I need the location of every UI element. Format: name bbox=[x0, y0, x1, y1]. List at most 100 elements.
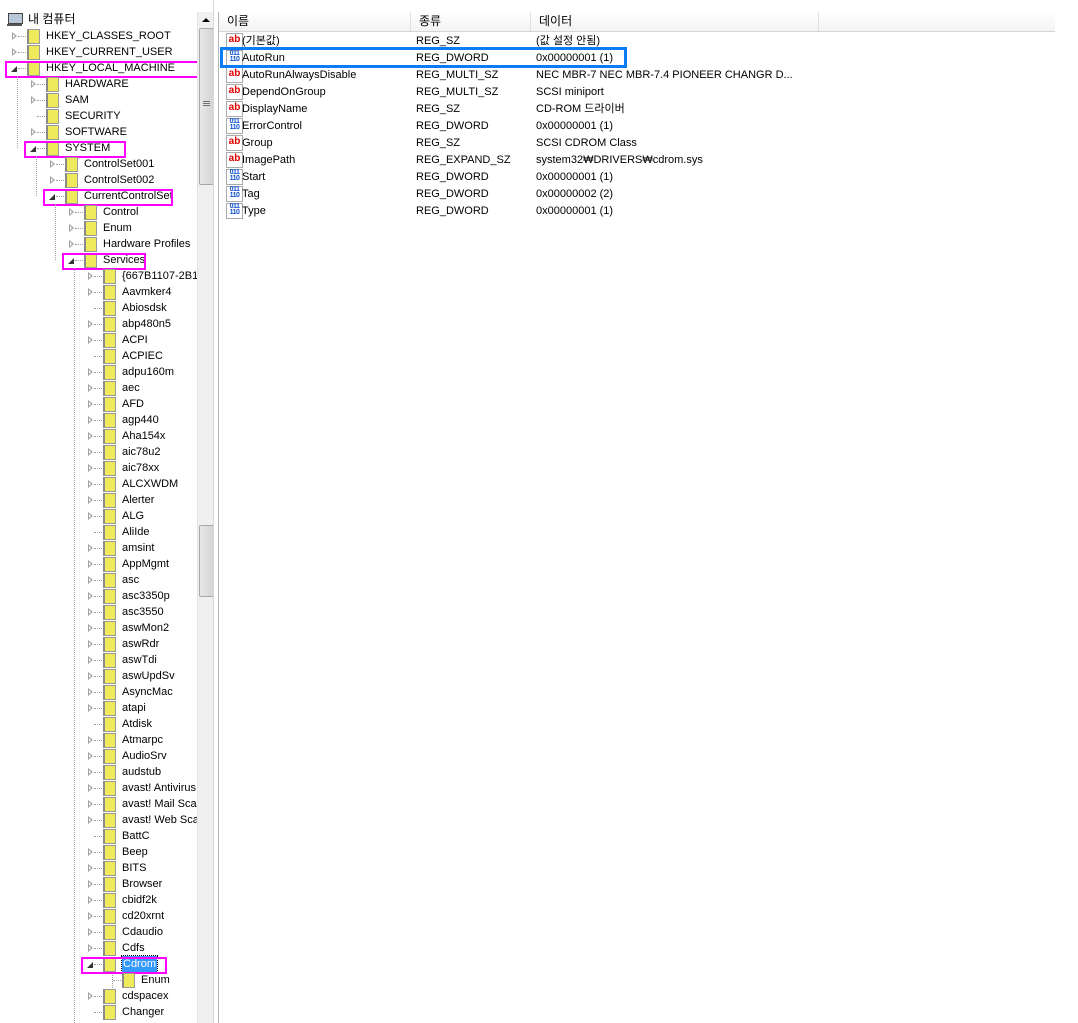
tree-vertical-scrollbar[interactable] bbox=[197, 12, 214, 1023]
expand-arrow-icon[interactable] bbox=[88, 752, 93, 760]
tree-item[interactable]: avast! Web Sca bbox=[0, 812, 197, 828]
tree-item[interactable]: ControlSet001 bbox=[0, 156, 197, 172]
expand-arrow-icon[interactable] bbox=[88, 384, 93, 392]
expand-arrow-icon[interactable] bbox=[88, 704, 93, 712]
value-row[interactable]: 011 110 Type REG_DWORD 0x00000001 (1) bbox=[219, 203, 1055, 220]
tree-item[interactable]: aic78u2 bbox=[0, 444, 197, 460]
expand-arrow-icon[interactable] bbox=[88, 768, 93, 776]
tree-item[interactable]: SOFTWARE bbox=[0, 124, 197, 140]
expand-arrow-icon[interactable] bbox=[88, 784, 93, 792]
value-row[interactable]: ab DisplayName REG_SZ CD-ROM 드라이버 bbox=[219, 101, 1055, 118]
tree-item[interactable]: abp480n5 bbox=[0, 316, 197, 332]
expand-arrow-icon[interactable] bbox=[88, 656, 93, 664]
value-row[interactable]: 011 110 ErrorControl REG_DWORD 0x00000001 (… bbox=[219, 118, 1055, 135]
tree-item[interactable]: AFD bbox=[0, 396, 197, 412]
tree-item[interactable]: AudioSrv bbox=[0, 748, 197, 764]
expand-arrow-icon[interactable] bbox=[88, 624, 93, 632]
tree-item[interactable]: Cdaudio bbox=[0, 924, 197, 940]
tree-item[interactable]: Atdisk bbox=[0, 716, 197, 732]
expand-arrow-icon[interactable] bbox=[88, 544, 93, 552]
expand-arrow-icon[interactable] bbox=[69, 208, 74, 216]
tree-item[interactable]: AsyncMac bbox=[0, 684, 197, 700]
tree-item[interactable]: Atmarpc bbox=[0, 732, 197, 748]
tree-item[interactable]: AppMgmt bbox=[0, 556, 197, 572]
expand-arrow-icon[interactable] bbox=[88, 672, 93, 680]
column-header-type[interactable]: 종류 bbox=[411, 12, 531, 31]
tree-item[interactable]: ACPI bbox=[0, 332, 197, 348]
expand-arrow-icon[interactable] bbox=[88, 592, 93, 600]
expand-arrow-icon[interactable] bbox=[12, 32, 17, 40]
expand-arrow-icon[interactable] bbox=[50, 160, 55, 168]
column-header-data[interactable]: 데이터 bbox=[531, 12, 819, 31]
scroll-up-arrow-icon[interactable] bbox=[198, 12, 214, 28]
expand-arrow-icon[interactable] bbox=[88, 800, 93, 808]
tree-item[interactable]: asc3350p bbox=[0, 588, 197, 604]
tree-item[interactable]: aswTdi bbox=[0, 652, 197, 668]
value-row[interactable]: ab AutoRunAlwaysDisable REG_MULTI_SZ NEC MB… bbox=[219, 67, 1055, 84]
tree-item[interactable]: atapi bbox=[0, 700, 197, 716]
expand-arrow-icon[interactable] bbox=[88, 416, 93, 424]
expand-arrow-icon[interactable] bbox=[88, 288, 93, 296]
expand-arrow-icon[interactable] bbox=[88, 688, 93, 696]
registry-key-tree[interactable]: 내 컴퓨터 HKEY_CLASSES_ROOT HKEY_CURRENT_USER… bbox=[0, 0, 197, 1023]
expand-arrow-icon[interactable] bbox=[88, 560, 93, 568]
expand-arrow-icon[interactable] bbox=[88, 336, 93, 344]
tree-item[interactable]: aswUpdSv bbox=[0, 668, 197, 684]
tree-item[interactable]: BITS bbox=[0, 860, 197, 876]
tree-item[interactable]: HARDWARE bbox=[0, 76, 197, 92]
expand-arrow-icon[interactable] bbox=[88, 512, 93, 520]
tree-item[interactable]: Alerter bbox=[0, 492, 197, 508]
tree-item[interactable]: ACPIEC bbox=[0, 348, 197, 364]
tree-item[interactable]: BattC bbox=[0, 828, 197, 844]
tree-item[interactable]: cd20xrnt bbox=[0, 908, 197, 924]
expand-arrow-icon[interactable] bbox=[88, 736, 93, 744]
expand-arrow-icon[interactable] bbox=[88, 448, 93, 456]
tree-item[interactable]: agp440 bbox=[0, 412, 197, 428]
expand-arrow-icon[interactable] bbox=[88, 432, 93, 440]
tree-item[interactable]: ALG bbox=[0, 508, 197, 524]
expand-arrow-icon[interactable] bbox=[69, 224, 74, 232]
tree-item[interactable]: avast! Mail Scar bbox=[0, 796, 197, 812]
expand-arrow-icon[interactable] bbox=[88, 368, 93, 376]
value-row[interactable]: 011 110 Tag REG_DWORD 0x00000002 (2) bbox=[219, 186, 1055, 203]
tree-item[interactable]: aic78xx bbox=[0, 460, 197, 476]
tree-item[interactable]: aswMon2 bbox=[0, 620, 197, 636]
tree-item[interactable]: Enum bbox=[0, 972, 197, 988]
expand-arrow-icon[interactable] bbox=[88, 864, 93, 872]
tree-item[interactable]: audstub bbox=[0, 764, 197, 780]
value-row[interactable]: ab DependOnGroup REG_MULTI_SZ SCSI miniport bbox=[219, 84, 1055, 101]
tree-item[interactable]: Aavmker4 bbox=[0, 284, 197, 300]
expand-arrow-icon[interactable] bbox=[88, 896, 93, 904]
tree-item[interactable]: SECURITY bbox=[0, 108, 197, 124]
tree-item[interactable]: HKEY_CLASSES_ROOT bbox=[0, 28, 197, 44]
tree-item[interactable]: ControlSet002 bbox=[0, 172, 197, 188]
tree-item[interactable]: adpu160m bbox=[0, 364, 197, 380]
tree-item[interactable]: AliIde bbox=[0, 524, 197, 540]
column-header-name[interactable]: 이름 bbox=[219, 12, 411, 31]
scrollbar-thumb[interactable] bbox=[199, 28, 214, 185]
tree-item[interactable]: avast! Antivirus bbox=[0, 780, 197, 796]
tree-item[interactable]: asc3550 bbox=[0, 604, 197, 620]
expand-arrow-icon[interactable] bbox=[88, 640, 93, 648]
expand-arrow-icon[interactable] bbox=[88, 880, 93, 888]
tree-item[interactable]: aec bbox=[0, 380, 197, 396]
tree-item[interactable]: ALCXWDM bbox=[0, 476, 197, 492]
tree-root-my-computer[interactable]: 내 컴퓨터 bbox=[0, 11, 197, 27]
tree-item[interactable]: {667B1107-2B1 bbox=[0, 268, 197, 284]
expand-arrow-icon[interactable] bbox=[88, 320, 93, 328]
tree-item[interactable]: Cdfs bbox=[0, 940, 197, 956]
tree-item[interactable]: cdspacex bbox=[0, 988, 197, 1004]
expand-arrow-icon[interactable] bbox=[31, 96, 36, 104]
expand-arrow-icon[interactable] bbox=[88, 608, 93, 616]
tree-item[interactable]: HKEY_CURRENT_USER bbox=[0, 44, 197, 60]
tree-item[interactable]: Hardware Profiles bbox=[0, 236, 197, 252]
expand-arrow-icon[interactable] bbox=[88, 944, 93, 952]
value-row[interactable]: ab ImagePath REG_EXPAND_SZ system32₩DRIVERS… bbox=[219, 152, 1055, 169]
expand-arrow-icon[interactable] bbox=[88, 928, 93, 936]
tree-item[interactable]: Changer bbox=[0, 1004, 197, 1020]
tree-item[interactable]: SAM bbox=[0, 92, 197, 108]
expand-arrow-icon[interactable] bbox=[88, 480, 93, 488]
expand-arrow-icon[interactable] bbox=[88, 272, 93, 280]
tree-item[interactable]: amsint bbox=[0, 540, 197, 556]
expand-arrow-icon[interactable] bbox=[88, 848, 93, 856]
